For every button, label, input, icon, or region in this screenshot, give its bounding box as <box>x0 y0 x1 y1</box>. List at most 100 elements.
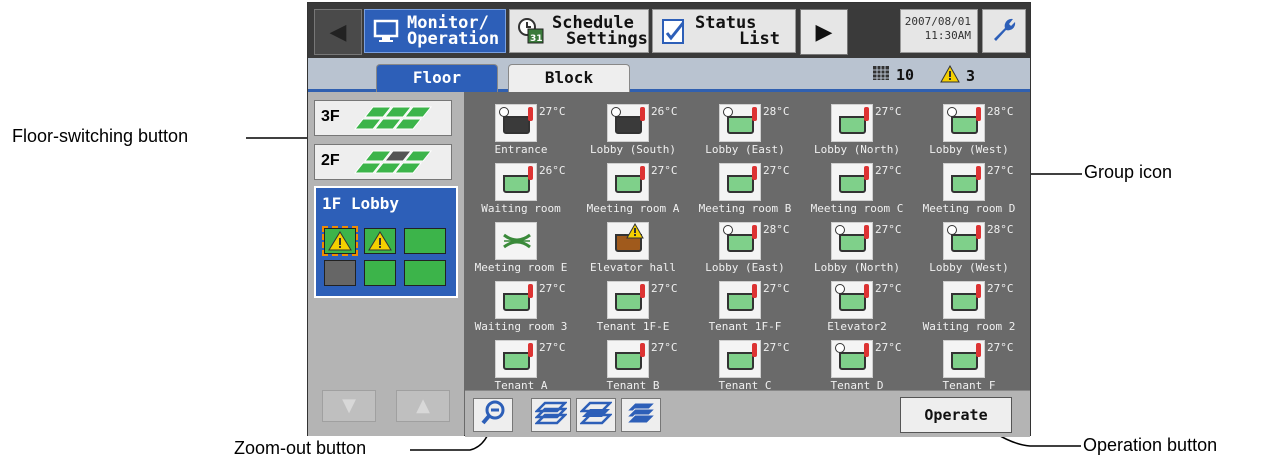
group-name: Tenant 1F-F <box>708 320 782 333</box>
group-temperature: 27°C <box>539 105 566 118</box>
ac-unit-icon <box>831 340 873 378</box>
map-block[interactable] <box>364 260 396 286</box>
group-name: Tenant A <box>494 379 548 390</box>
group-name: Tenant F <box>942 379 996 390</box>
layer-view-button-3[interactable] <box>621 398 661 432</box>
group-tile[interactable]: 28°C Lobby (West) <box>913 100 1025 160</box>
group-name: Lobby (North) <box>813 143 901 156</box>
group-name: Tenant C <box>718 379 772 390</box>
view-tab-bar: Floor Block 10 3 <box>308 58 1030 92</box>
group-tile[interactable]: 28°C Lobby (East) <box>689 218 801 278</box>
calendar-clock-icon: 31 <box>516 16 546 46</box>
group-temperature: 27°C <box>987 282 1014 295</box>
nav-prev-button[interactable]: ◀ <box>314 9 362 55</box>
group-tile[interactable]: 27°C Tenant B <box>577 336 689 390</box>
ac-unit-icon <box>719 163 761 201</box>
wrench-icon <box>990 15 1018 47</box>
floor-label-2f: 2F <box>321 152 340 169</box>
ac-unit-icon <box>831 281 873 319</box>
group-tile[interactable]: 26°C Lobby (South) <box>577 100 689 160</box>
group-tile[interactable]: 27°C Elevator2 <box>801 277 913 337</box>
scroll-up-button[interactable]: ▲ <box>396 390 450 422</box>
bottom-toolbar: Operate <box>465 390 1030 437</box>
layers-mixed-icon <box>578 400 614 430</box>
group-tile[interactable]: 27°C Lobby (North) <box>801 100 913 160</box>
group-name: Lobby (North) <box>813 261 901 274</box>
layer-view-button-1[interactable] <box>531 398 571 432</box>
group-name: Waiting room <box>481 202 561 215</box>
top-navigation-bar: ◀ Monitor/ Operation 31 Schedule Setting… <box>308 3 1030 58</box>
group-tile[interactable]: 27°C Tenant 1F-E <box>577 277 689 337</box>
zoom-out-button[interactable] <box>473 398 513 432</box>
selected-floor-label: 1F Lobby <box>322 194 400 213</box>
ac-unit-icon <box>495 104 537 142</box>
group-tile[interactable]: 27°C Lobby (North) <box>801 218 913 278</box>
status-label-line2: List <box>739 29 780 49</box>
group-tile[interactable]: 27°C Tenant A <box>465 336 577 390</box>
warning-icon <box>368 231 392 251</box>
ac-unit-icon <box>943 222 985 260</box>
group-tile[interactable]: 27°C Tenant D <box>801 336 913 390</box>
group-tile[interactable]: 27°C Tenant F <box>913 336 1025 390</box>
group-tile[interactable]: Elevator hall <box>577 218 689 278</box>
group-tile[interactable]: 27°C Meeting room B <box>689 159 801 219</box>
map-block[interactable] <box>404 228 446 254</box>
group-temperature: 27°C <box>651 164 678 177</box>
left-arrow-icon: ◀ <box>329 19 347 45</box>
callout-group-icon: Group icon <box>1084 162 1173 182</box>
group-name: Meeting room A <box>586 202 680 215</box>
scroll-down-button[interactable]: ▼ <box>322 390 376 422</box>
group-tile[interactable]: Meeting room E <box>465 218 577 278</box>
operate-button[interactable]: Operate <box>900 397 1012 433</box>
monitor-operation-button[interactable]: Monitor/ Operation <box>364 9 506 53</box>
group-tile[interactable]: 27°C Meeting room D <box>913 159 1025 219</box>
group-name: Elevator2 <box>827 320 887 333</box>
group-name: Lobby (East) <box>705 261 785 274</box>
date-text: 2007/08/01 <box>904 15 971 28</box>
floor-button-3f[interactable]: 3F <box>314 100 452 136</box>
map-block-warning[interactable] <box>322 226 358 256</box>
floor-label-3f: 3F <box>321 108 340 125</box>
group-tile[interactable]: 27°C Tenant 1F-F <box>689 277 801 337</box>
group-tile[interactable]: 27°C Tenant C <box>689 336 801 390</box>
group-tile[interactable]: 27°C Waiting room 3 <box>465 277 577 337</box>
ac-unit-icon <box>943 281 985 319</box>
grid-icon <box>872 65 890 85</box>
group-temperature: 27°C <box>763 282 790 295</box>
group-temperature: 28°C <box>763 223 790 236</box>
floor-button-2f[interactable]: 2F <box>314 144 452 180</box>
group-tile[interactable]: 26°C Waiting room <box>465 159 577 219</box>
group-tile[interactable]: 27°C Waiting room 2 <box>913 277 1025 337</box>
tab-block[interactable]: Block <box>508 64 630 92</box>
group-name: Meeting room C <box>810 202 904 215</box>
map-block[interactable] <box>324 260 356 286</box>
status-list-button[interactable]: Status List <box>652 9 796 53</box>
schedule-settings-button[interactable]: 31 Schedule Settings <box>509 9 649 53</box>
ac-unit-icon <box>607 222 649 260</box>
nav-next-button[interactable]: ▶ <box>800 9 848 55</box>
group-temperature: 27°C <box>987 164 1014 177</box>
layer-view-button-2[interactable] <box>576 398 616 432</box>
svg-text:31: 31 <box>530 34 543 44</box>
group-temperature: 27°C <box>763 341 790 354</box>
zoom-out-icon <box>480 399 506 431</box>
ac-unit-icon <box>607 163 649 201</box>
group-tile[interactable]: 27°C Meeting room C <box>801 159 913 219</box>
group-name: Waiting room 3 <box>474 320 568 333</box>
group-tile[interactable]: 28°C Lobby (East) <box>689 100 801 160</box>
map-block[interactable] <box>404 260 446 286</box>
maintenance-button[interactable] <box>982 9 1026 53</box>
time-text: 11:30AM <box>924 29 971 42</box>
ac-unit-icon <box>495 340 537 378</box>
group-tile[interactable]: 28°C Lobby (West) <box>913 218 1025 278</box>
checklist-icon <box>659 16 689 46</box>
selected-floor-map[interactable]: 1F Lobby <box>314 186 458 298</box>
map-block-warning[interactable] <box>364 228 396 254</box>
layers-filled-icon <box>625 400 657 430</box>
up-arrow-icon: ▲ <box>416 395 430 416</box>
tab-floor[interactable]: Floor <box>376 64 498 92</box>
ac-unit-icon <box>719 104 761 142</box>
group-tile[interactable]: 27°C Meeting room A <box>577 159 689 219</box>
group-name: Elevator hall <box>589 261 677 274</box>
group-tile[interactable]: 27°C Entrance <box>465 100 577 160</box>
